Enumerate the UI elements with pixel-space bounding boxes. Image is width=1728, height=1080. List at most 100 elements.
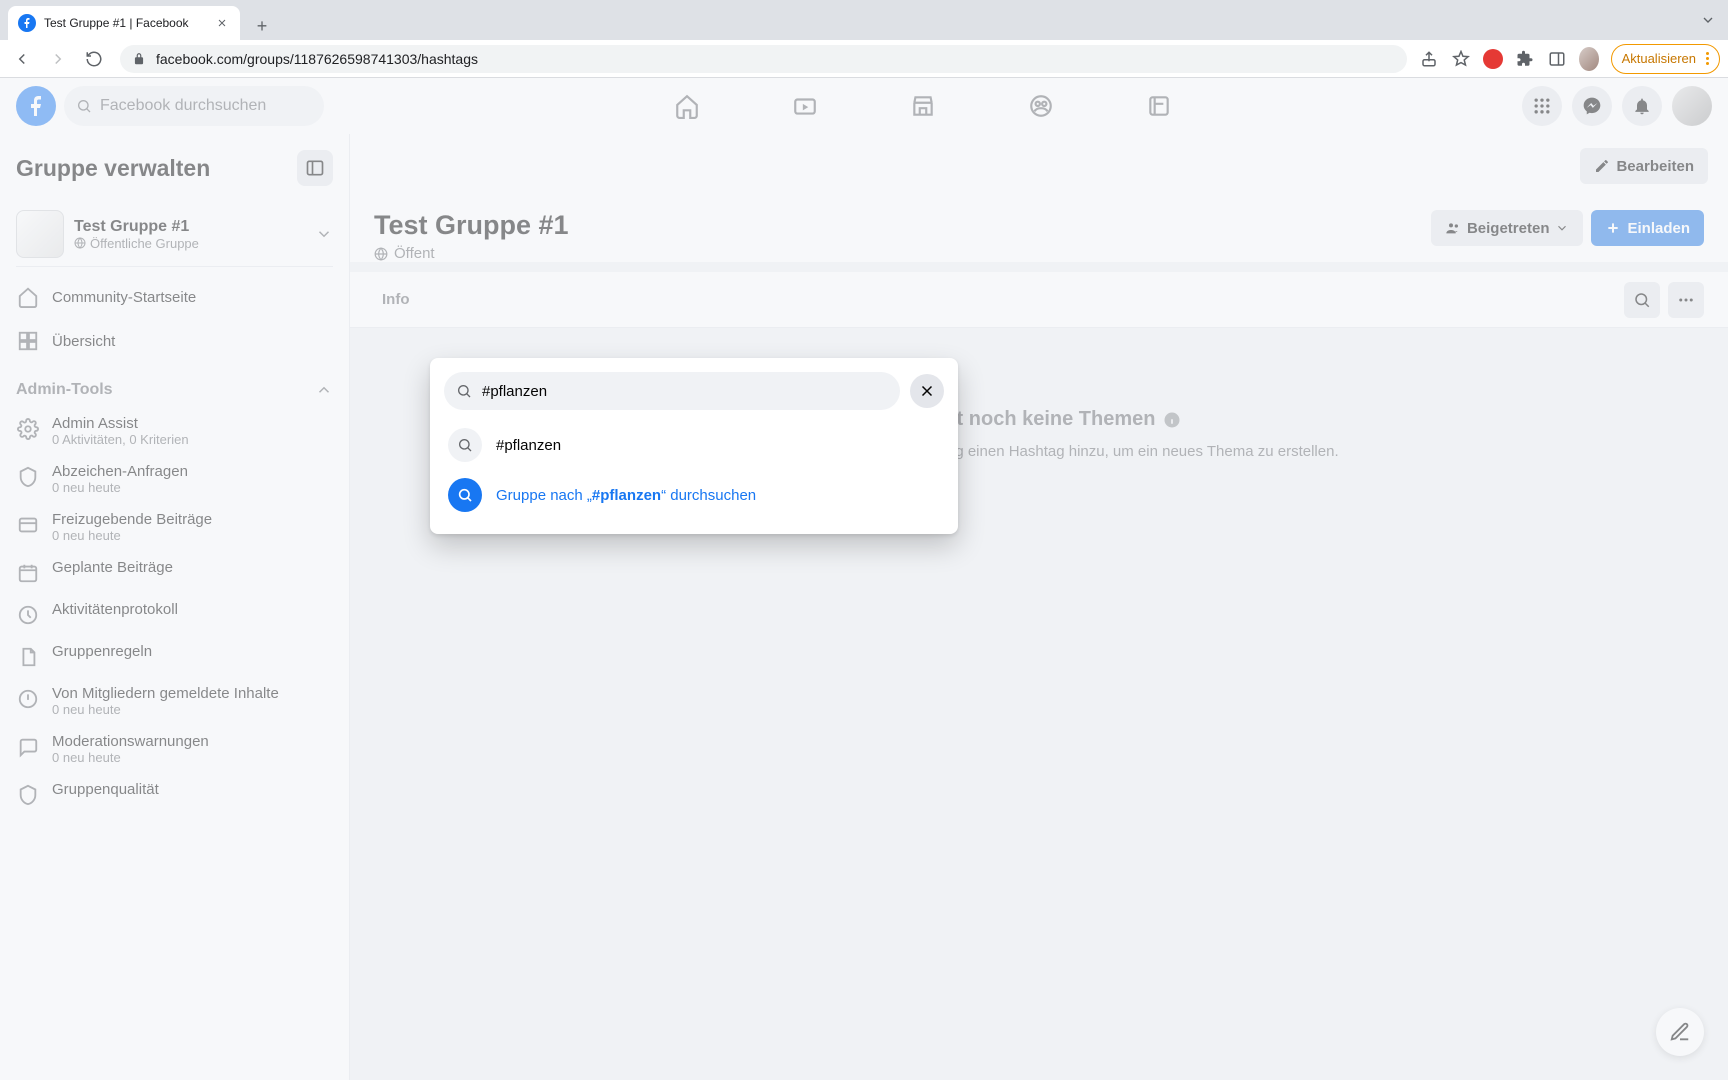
search-field[interactable] [444,372,900,410]
facebook-logo-icon[interactable] [16,86,56,126]
title-actions: Beigetreten Einladen [1431,210,1704,246]
cover-area: Bearbeiten [350,134,1728,194]
admin-item-pending-posts[interactable]: Freizugebende Beiträge0 neu heute [16,503,333,551]
info-icon[interactable] [1163,411,1181,429]
admin-item-quality[interactable]: Gruppenqualität [16,773,333,815]
search-icon [76,98,92,114]
group-card[interactable]: Test Gruppe #1 Öffentliche Gruppe [16,202,333,267]
profile-avatar[interactable] [1672,86,1712,126]
group-subtitle: Öffent [374,245,569,262]
side-panel-icon[interactable] [1547,49,1567,69]
sidebar-title: Gruppe verwalten [16,155,210,182]
nav-gaming-icon[interactable] [1104,80,1214,132]
notifications-icon[interactable] [1622,86,1662,126]
facebook-favicon-icon [18,14,36,32]
search-in-group-icon[interactable] [1624,282,1660,318]
nav-marketplace-icon[interactable] [868,80,978,132]
kebab-menu-icon[interactable] [1706,52,1709,65]
admin-item-admin-assist[interactable]: Admin Assist0 Aktivitäten, 0 Kriterien [16,407,333,455]
invite-button[interactable]: Einladen [1591,210,1704,246]
update-button[interactable]: Aktualisieren [1611,44,1720,74]
suggestion-hashtag[interactable]: #pflanzen [444,420,944,470]
suggestion-search-group[interactable]: Gruppe nach „#pflanzen“ durchsuchen [444,470,944,520]
lock-icon [132,52,146,66]
grid-icon [16,329,40,353]
browser-chrome: Test Gruppe #1 | Facebook + facebook.com… [0,0,1728,78]
share-icon[interactable] [1419,49,1439,69]
suggestion-label: #pflanzen [496,437,561,454]
compose-fab[interactable] [1656,1008,1704,1056]
tab-info[interactable]: Info [374,291,418,308]
badge-icon [16,465,40,489]
back-button[interactable] [8,45,36,73]
admin-item-scheduled[interactable]: Geplante Beiträge [16,551,333,593]
top-search-field[interactable]: Facebook durchsuchen [64,86,324,126]
extensions-icon[interactable] [1515,49,1535,69]
search-input[interactable] [482,383,888,400]
admin-tools-header[interactable]: Admin-Tools [16,381,333,399]
title-row: Test Gruppe #1 Öffent Beigetreten [350,194,1728,262]
warning-icon [16,687,40,711]
calendar-icon [16,561,40,585]
extension-adblock-icon[interactable] [1483,49,1503,69]
sidebar-item-community-home[interactable]: Community-Startseite [16,275,333,319]
sidebar-item-label: Übersicht [52,333,115,350]
messenger-icon[interactable] [1572,86,1612,126]
address-bar-actions: Aktualisieren [1419,44,1720,74]
more-menu-icon[interactable] [1668,282,1704,318]
chevron-up-icon [315,381,333,399]
search-icon [448,428,482,462]
plus-icon [1605,220,1621,236]
top-search-placeholder: Facebook durchsuchen [100,97,266,115]
facebook-top-nav: Facebook durchsuchen [0,78,1728,134]
search-icon [448,478,482,512]
nav-groups-icon[interactable] [986,80,1096,132]
address-bar-row: facebook.com/groups/1187626598741303/has… [0,40,1728,78]
admin-item-moderation[interactable]: Moderationswarnungen0 neu heute [16,725,333,773]
reload-button[interactable] [80,45,108,73]
new-tab-button[interactable]: + [248,12,276,40]
panel-toggle-icon[interactable] [297,150,333,186]
joined-button[interactable]: Beigetreten [1431,210,1584,246]
tab-title: Test Gruppe #1 | Facebook [44,16,206,30]
tab-strip: Test Gruppe #1 | Facebook + [0,0,1728,40]
url-bar[interactable]: facebook.com/groups/1187626598741303/has… [120,45,1407,73]
close-button[interactable] [910,374,944,408]
admin-item-activity-log[interactable]: Aktivitätenprotokoll [16,593,333,635]
forward-button[interactable] [44,45,72,73]
admin-item-reported[interactable]: Von Mitgliedern gemeldete Inhalte0 neu h… [16,677,333,725]
tab-strip-expand[interactable] [1700,0,1716,40]
nav-watch-icon[interactable] [750,80,860,132]
search-popover: #pflanzen Gruppe nach „#pflanzen“ durchs… [430,358,958,534]
bookmark-star-icon[interactable] [1451,49,1471,69]
group-visibility: Öffentliche Gruppe [74,236,305,251]
body-row: Gruppe verwalten Test Gruppe #1 Öffentli… [0,134,1728,1080]
edit-button[interactable]: Bearbeiten [1580,148,1708,184]
pencil-icon [1594,158,1610,174]
admin-item-badge-requests[interactable]: Abzeichen-Anfragen0 neu heute [16,455,333,503]
suggestion-label: Gruppe nach „#pflanzen“ durchsuchen [496,487,756,504]
globe-icon [74,237,86,249]
page-wrapper: Facebook durchsuchen Gruppe verwalt [0,78,1728,1080]
search-icon [456,383,472,399]
nav-home-icon[interactable] [632,80,742,132]
close-icon [918,382,936,400]
close-tab-icon[interactable] [214,15,230,31]
browser-tab[interactable]: Test Gruppe #1 | Facebook [8,6,240,40]
left-sidebar: Gruppe verwalten Test Gruppe #1 Öffentli… [0,134,350,1080]
profile-avatar-icon[interactable] [1579,49,1599,69]
clock-icon [16,603,40,627]
suggestion-list: #pflanzen Gruppe nach „#pflanzen“ durchs… [444,420,944,520]
menu-grid-icon[interactable] [1522,86,1562,126]
sidebar-item-overview[interactable]: Übersicht [16,319,333,363]
group-name: Test Gruppe #1 [74,218,305,236]
sidebar-header: Gruppe verwalten [16,150,333,186]
tabs-row: Info [350,272,1728,328]
admin-item-rules[interactable]: Gruppenregeln [16,635,333,677]
home-icon [16,285,40,309]
dimmed-background: Facebook durchsuchen Gruppe verwalt [0,78,1728,1080]
shield-icon [16,783,40,807]
group-title: Test Gruppe #1 [374,210,569,241]
chevron-down-icon[interactable] [315,225,333,243]
gear-icon [16,417,40,441]
